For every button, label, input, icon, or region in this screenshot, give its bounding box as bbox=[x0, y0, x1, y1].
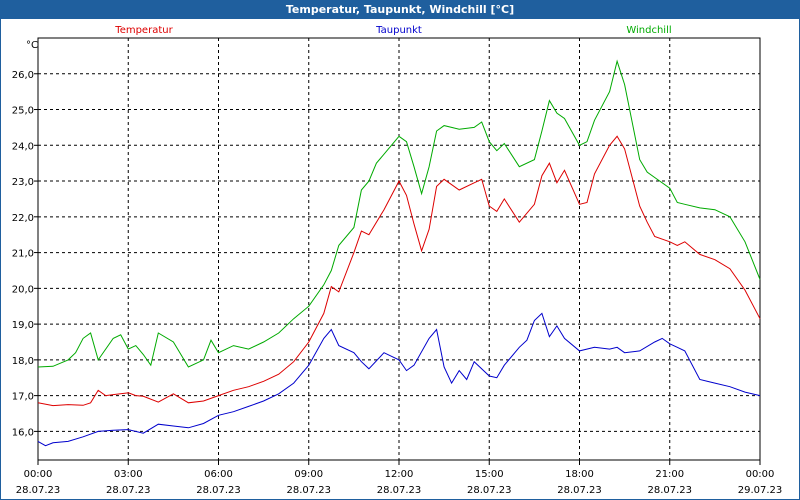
x-tick-date-label: 28.07.23 bbox=[16, 485, 61, 496]
x-tick-date-label: 29.07.23 bbox=[738, 485, 783, 496]
x-tick-time-label: 21:00 bbox=[655, 469, 684, 480]
y-tick-label: 23,0 bbox=[12, 177, 34, 188]
x-tick-date-label: 28.07.23 bbox=[106, 485, 151, 496]
grid-lines bbox=[38, 38, 760, 460]
legend-entry-temperatur: Temperatur bbox=[114, 25, 173, 36]
y-tick-label: 19,0 bbox=[12, 320, 34, 331]
legend-entry-taupunkt: Taupunkt bbox=[375, 25, 422, 36]
y-tick-label: 16,0 bbox=[12, 427, 34, 438]
line-chart: 16,0 17,0 18,0 19,0 20,0 21,0 22,0 23,0 24,0 25,0… bbox=[12, 25, 783, 496]
y-axis-label: °C bbox=[26, 40, 38, 51]
y-tick-label: 22,0 bbox=[12, 213, 34, 224]
x-tick-date-label: 28.07.23 bbox=[467, 485, 512, 496]
y-tick-label: 25,0 bbox=[12, 106, 34, 117]
x-tick-time-label: 03:00 bbox=[114, 469, 143, 480]
x-tick-time-label: 06:00 bbox=[204, 469, 233, 480]
x-tick-time-label: 18:00 bbox=[565, 469, 594, 480]
x-tick-time-label: 09:00 bbox=[294, 469, 323, 480]
y-tick-label: 21,0 bbox=[12, 249, 34, 260]
x-tick-date-label: 28.07.23 bbox=[196, 485, 241, 496]
x-axis-ticks: 00:00 28.07.23 03:00 28.07.23 06:00 28.07.23 0… bbox=[16, 460, 783, 496]
x-tick-time-label: 15:00 bbox=[475, 469, 504, 480]
x-tick-time-label: 12:00 bbox=[385, 469, 414, 480]
y-tick-label: 26,0 bbox=[12, 70, 34, 81]
x-tick-date-label: 28.07.23 bbox=[377, 485, 422, 496]
x-tick-date-label: 28.07.23 bbox=[647, 485, 692, 496]
legend: Temperatur Taupunkt Windchill bbox=[114, 25, 671, 36]
x-tick-time-label: 00:00 bbox=[746, 469, 775, 480]
y-axis-ticks: 16,0 17,0 18,0 19,0 20,0 21,0 22,0 23,0 24,0 25,0… bbox=[12, 70, 38, 438]
y-tick-label: 24,0 bbox=[12, 141, 34, 152]
legend-entry-windchill: Windchill bbox=[626, 25, 671, 36]
y-tick-label: 17,0 bbox=[12, 392, 34, 403]
x-tick-date-label: 28.07.23 bbox=[286, 485, 331, 496]
x-tick-date-label: 28.07.23 bbox=[557, 485, 602, 496]
y-tick-label: 20,0 bbox=[12, 284, 34, 295]
y-tick-label: 18,0 bbox=[12, 356, 34, 367]
x-tick-time-label: 00:00 bbox=[24, 469, 53, 480]
